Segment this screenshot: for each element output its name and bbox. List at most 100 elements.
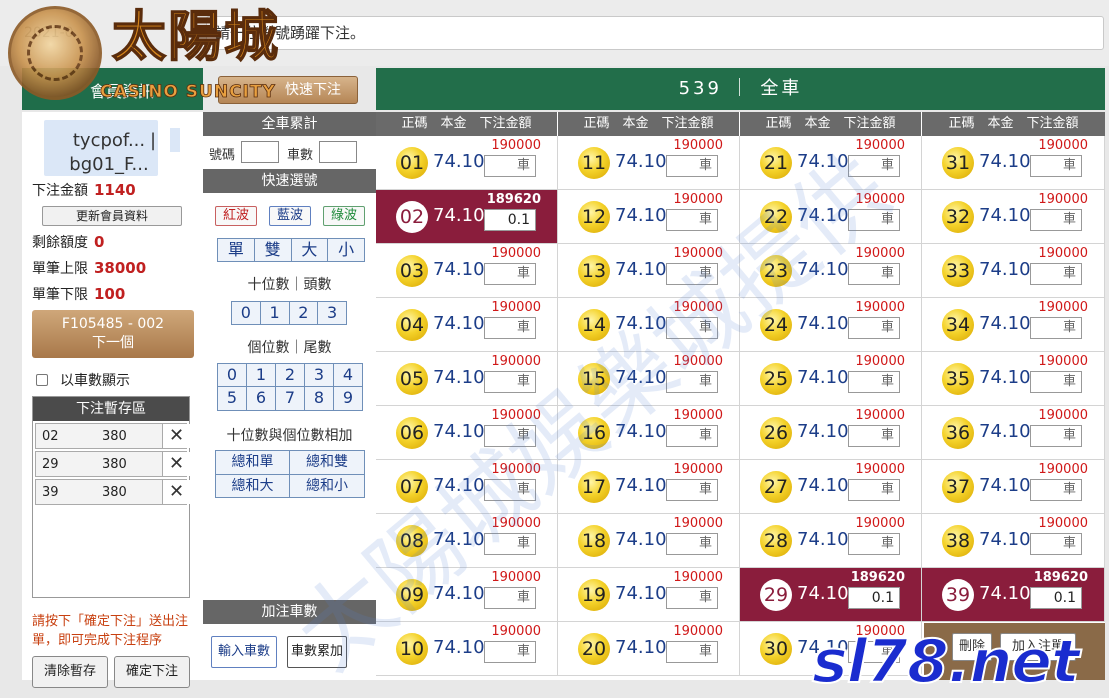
sum-odd-button[interactable]: 總和單	[216, 451, 290, 475]
sum-small-button[interactable]: 總和小	[290, 475, 364, 498]
even-button[interactable]: 雙	[255, 239, 292, 261]
remove-icon[interactable]: ✕	[162, 424, 190, 448]
bet-amount-input[interactable]: 車	[666, 155, 718, 177]
bet-amount-input[interactable]: 車	[666, 317, 718, 339]
tens-button-0[interactable]: 0	[232, 302, 261, 324]
bet-cell-34[interactable]: 34 74.10 190000 車	[922, 298, 1105, 352]
checkbox-icon[interactable]	[36, 374, 48, 386]
bet-cell-38[interactable]: 38 74.10 190000 車	[922, 514, 1105, 568]
bet-cell-03[interactable]: 03 74.10 190000 車	[376, 244, 558, 298]
bet-cell-11[interactable]: 11 74.10 190000 車	[558, 136, 740, 190]
number-ball[interactable]: 14	[578, 309, 610, 341]
bet-amount-input[interactable]: 車	[484, 425, 536, 447]
bet-cell-04[interactable]: 04 74.10 190000 車	[376, 298, 558, 352]
number-ball[interactable]: 16	[578, 417, 610, 449]
bet-amount-input[interactable]: 車	[666, 479, 718, 501]
bet-amount-input[interactable]: 車	[848, 155, 900, 177]
number-ball[interactable]: 19	[578, 579, 610, 611]
number-ball[interactable]: 06	[396, 417, 428, 449]
bet-cell-32[interactable]: 32 74.10 190000 車	[922, 190, 1105, 244]
number-ball[interactable]: 11	[578, 147, 610, 179]
bet-cell-17[interactable]: 17 74.10 190000 車	[558, 460, 740, 514]
bet-amount-input[interactable]: 車	[848, 263, 900, 285]
units-button-4[interactable]: 4	[334, 364, 362, 386]
bet-cell-12[interactable]: 12 74.10 190000 車	[558, 190, 740, 244]
bet-cell-05[interactable]: 05 74.10 190000 車	[376, 352, 558, 406]
number-ball[interactable]: 24	[760, 309, 792, 341]
number-ball[interactable]: 33	[942, 255, 974, 287]
bet-amount-input[interactable]: 車	[1030, 533, 1082, 555]
number-ball[interactable]: 02	[396, 201, 428, 233]
bet-cell-28[interactable]: 28 74.10 190000 車	[740, 514, 922, 568]
add-count-button[interactable]: 車數累加	[287, 636, 347, 668]
bet-cell-37[interactable]: 37 74.10 190000 車	[922, 460, 1105, 514]
number-ball[interactable]: 13	[578, 255, 610, 287]
bet-amount-input[interactable]: 車	[666, 263, 718, 285]
tens-button-1[interactable]: 1	[261, 302, 290, 324]
bet-cell-16[interactable]: 16 74.10 190000 車	[558, 406, 740, 460]
bet-amount-input[interactable]: 車	[848, 479, 900, 501]
number-ball[interactable]: 38	[942, 525, 974, 557]
big-button[interactable]: 大	[292, 239, 329, 261]
bet-amount-input[interactable]: 0.1	[1030, 587, 1082, 609]
bet-cell-20[interactable]: 20 74.10 190000 車	[558, 622, 740, 676]
number-ball[interactable]: 32	[942, 201, 974, 233]
bet-cell-01[interactable]: 01 74.10 190000 車	[376, 136, 558, 190]
update-member-button[interactable]: 更新會員資料	[42, 206, 182, 226]
bet-cell-22[interactable]: 22 74.10 190000 車	[740, 190, 922, 244]
next-button[interactable]: F105485 - 002 下一個	[32, 310, 194, 358]
bet-amount-input[interactable]: 車	[666, 587, 718, 609]
odd-button[interactable]: 單	[218, 239, 255, 261]
number-ball[interactable]: 37	[942, 471, 974, 503]
bet-cell-36[interactable]: 36 74.10 190000 車	[922, 406, 1105, 460]
bet-amount-input[interactable]: 車	[484, 371, 536, 393]
bet-cell-26[interactable]: 26 74.10 190000 車	[740, 406, 922, 460]
number-ball[interactable]: 22	[760, 201, 792, 233]
count-input[interactable]	[319, 141, 357, 163]
bet-amount-input[interactable]: 車	[1030, 425, 1082, 447]
clear-temp-button[interactable]: 清除暫存	[32, 656, 108, 688]
bet-amount-input[interactable]: 車	[484, 263, 536, 285]
number-ball[interactable]: 04	[396, 309, 428, 341]
number-ball[interactable]: 18	[578, 525, 610, 557]
bet-cell-25[interactable]: 25 74.10 190000 車	[740, 352, 922, 406]
number-ball[interactable]: 10	[396, 633, 428, 665]
bet-cell-31[interactable]: 31 74.10 190000 車	[922, 136, 1105, 190]
bet-amount-input[interactable]: 車	[1030, 317, 1082, 339]
bet-cell-35[interactable]: 35 74.10 190000 車	[922, 352, 1105, 406]
tens-button-2[interactable]: 2	[290, 302, 319, 324]
number-ball[interactable]: 05	[396, 363, 428, 395]
units-button-2[interactable]: 2	[276, 364, 305, 386]
number-ball[interactable]: 09	[396, 579, 428, 611]
bet-amount-input[interactable]: 車	[1030, 155, 1082, 177]
bet-cell-29[interactable]: 29 74.10 189620 0.1	[740, 568, 922, 622]
bet-cell-18[interactable]: 18 74.10 190000 車	[558, 514, 740, 568]
number-ball[interactable]: 20	[578, 633, 610, 665]
bet-amount-input[interactable]: 車	[1030, 479, 1082, 501]
bet-amount-input[interactable]: 車	[1030, 371, 1082, 393]
number-ball[interactable]: 36	[942, 417, 974, 449]
bet-cell-19[interactable]: 19 74.10 190000 車	[558, 568, 740, 622]
number-ball[interactable]: 15	[578, 363, 610, 395]
number-ball[interactable]: 17	[578, 471, 610, 503]
bet-amount-input[interactable]: 車	[484, 155, 536, 177]
tens-button-3[interactable]: 3	[318, 302, 346, 324]
bet-amount-input[interactable]: 車	[848, 425, 900, 447]
number-ball[interactable]: 29	[760, 579, 792, 611]
bet-amount-input[interactable]: 車	[666, 641, 718, 663]
bet-amount-input[interactable]: 0.1	[484, 209, 536, 231]
bet-cell-14[interactable]: 14 74.10 190000 車	[558, 298, 740, 352]
bet-amount-input[interactable]: 車	[484, 317, 536, 339]
bet-amount-input[interactable]: 車	[848, 533, 900, 555]
remove-icon[interactable]: ✕	[162, 452, 190, 476]
bet-amount-input[interactable]: 車	[666, 209, 718, 231]
number-ball[interactable]: 03	[396, 255, 428, 287]
bet-amount-input[interactable]: 車	[848, 209, 900, 231]
red-wave-button[interactable]: 紅波	[215, 206, 257, 226]
number-ball[interactable]: 34	[942, 309, 974, 341]
bet-cell-15[interactable]: 15 74.10 190000 車	[558, 352, 740, 406]
number-ball[interactable]: 08	[396, 525, 428, 557]
blue-wave-button[interactable]: 藍波	[269, 206, 311, 226]
number-ball[interactable]: 25	[760, 363, 792, 395]
units-button-7[interactable]: 7	[276, 387, 305, 410]
